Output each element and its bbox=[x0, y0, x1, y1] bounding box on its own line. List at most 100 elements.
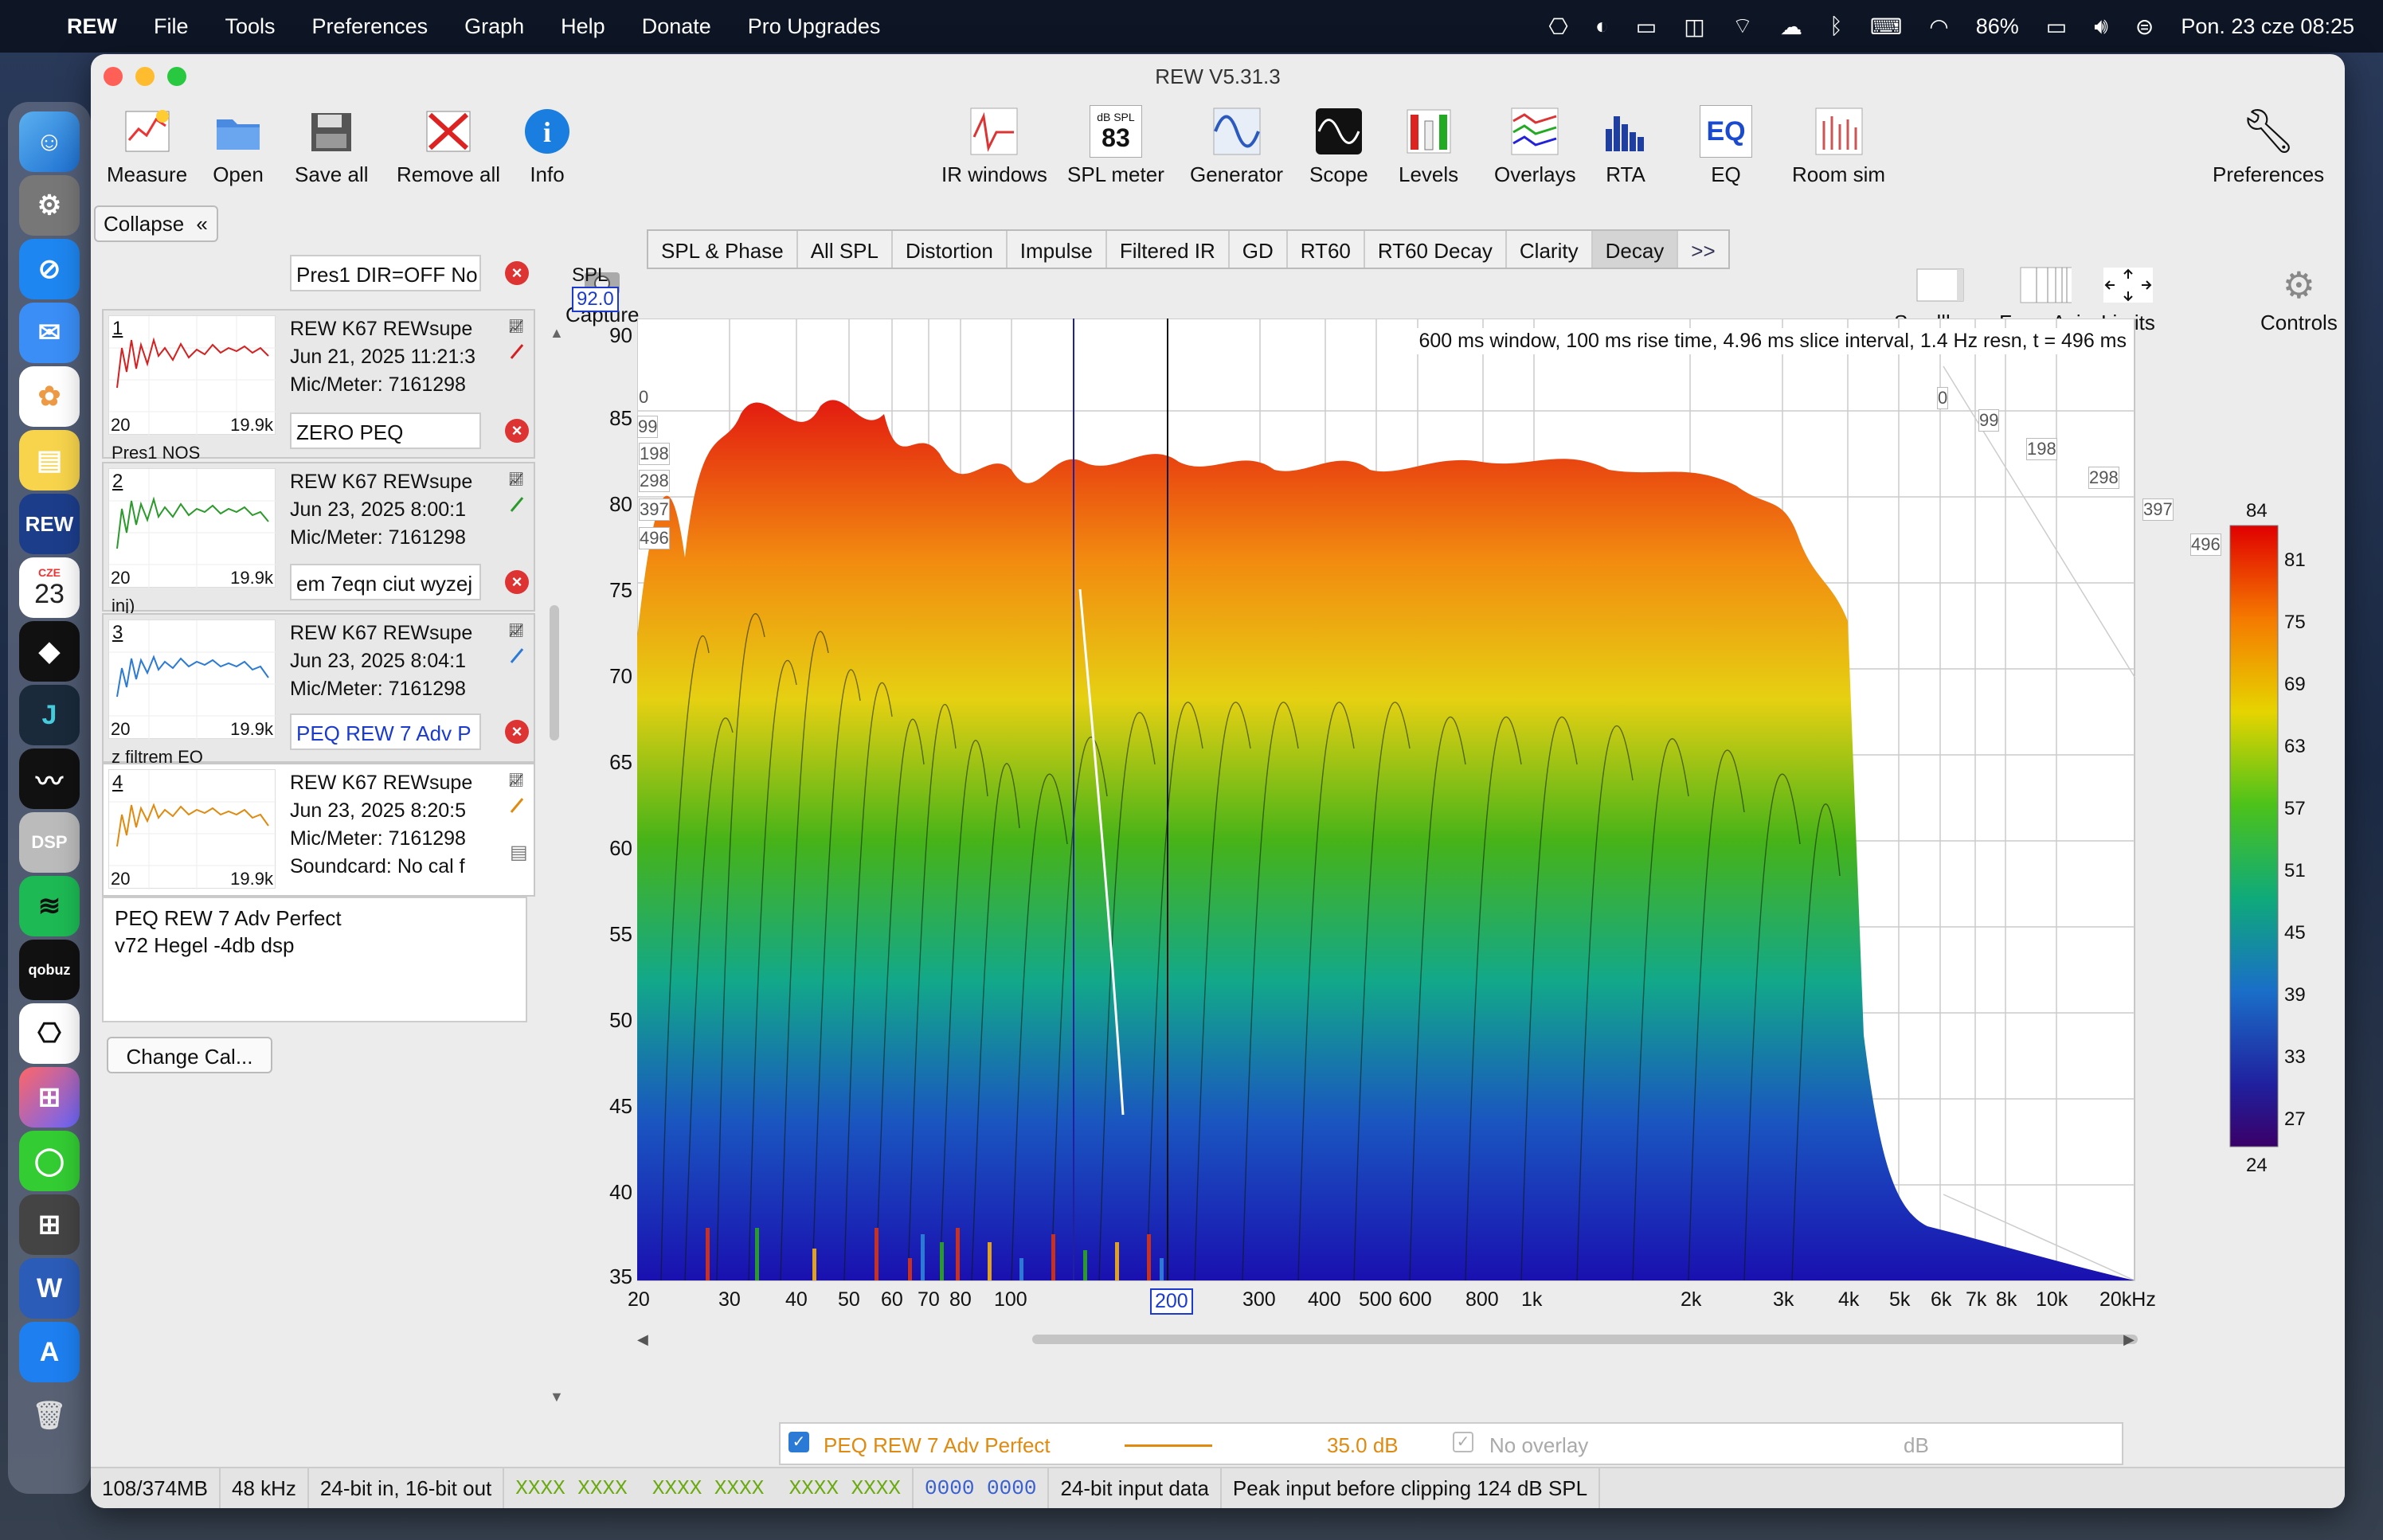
generator-button[interactable]: Generator bbox=[1190, 105, 1283, 187]
line-color-swatch[interactable] bbox=[510, 648, 524, 663]
menu-help[interactable]: Help bbox=[561, 14, 605, 39]
spotify-icon[interactable]: ≋ bbox=[19, 876, 80, 936]
roon-icon[interactable]: 〰 bbox=[19, 749, 80, 809]
levels-button[interactable]: Levels bbox=[1399, 105, 1458, 187]
keyboard-icon[interactable]: ⌨ bbox=[1870, 14, 1902, 40]
battery-icon[interactable]: ▭ bbox=[2046, 14, 2067, 40]
preferences-button[interactable]: 🔧︎ Preferences bbox=[2213, 105, 2324, 187]
photos-icon[interactable]: ✿ bbox=[19, 366, 80, 427]
measurement-name-field[interactable]: PEQ REW 7 Adv P bbox=[290, 713, 481, 750]
menu-graph[interactable]: Graph bbox=[464, 14, 524, 39]
save-all-button[interactable]: Save all bbox=[295, 105, 369, 187]
panel-scroll-thumb[interactable] bbox=[550, 605, 559, 741]
tab-clarity[interactable]: Clarity bbox=[1507, 231, 1593, 268]
word-icon[interactable]: W bbox=[19, 1258, 80, 1319]
display-icon[interactable]: ▭ bbox=[1636, 14, 1657, 40]
collapse-button[interactable]: Collapse « bbox=[94, 205, 218, 242]
line-color-swatch[interactable] bbox=[510, 497, 524, 512]
line-color-swatch[interactable] bbox=[510, 798, 524, 813]
status-circle-icon[interactable]: ◐ bbox=[1595, 14, 1609, 39]
trash-icon[interactable]: 🗑︎ bbox=[19, 1386, 80, 1446]
tab-decay[interactable]: Decay bbox=[1592, 231, 1679, 268]
line-color-swatch[interactable] bbox=[510, 344, 524, 359]
scroll-right-icon[interactable]: ▶ bbox=[2123, 1331, 2135, 1348]
safari-icon[interactable]: ⊘ bbox=[19, 239, 80, 299]
chart-icon[interactable]: 📈︎ bbox=[508, 772, 524, 788]
minimize-window-button[interactable] bbox=[135, 67, 155, 86]
ir-windows-button[interactable]: IR windows bbox=[941, 105, 1047, 187]
room-sim-button[interactable]: Room sim bbox=[1792, 105, 1885, 187]
jotform-icon[interactable]: J bbox=[19, 685, 80, 745]
menu-donate[interactable]: Donate bbox=[642, 14, 711, 39]
tab-all-spl[interactable]: All SPL bbox=[798, 231, 893, 268]
notes-icon[interactable]: ▤ bbox=[19, 430, 80, 491]
tab-spl-phase[interactable]: SPL & Phase bbox=[648, 231, 798, 268]
eq-button[interactable]: EQ EQ bbox=[1700, 105, 1752, 187]
graph-horizontal-scrollbar[interactable]: ◀ ▶ bbox=[637, 1331, 2138, 1349]
calendar-icon[interactable]: CZE 23 bbox=[19, 557, 80, 618]
change-cal-button[interactable]: Change Cal... bbox=[107, 1037, 272, 1073]
tab-impulse[interactable]: Impulse bbox=[1008, 231, 1107, 268]
mail-icon[interactable]: ✉ bbox=[19, 303, 80, 363]
menu-tools[interactable]: Tools bbox=[225, 14, 276, 39]
menu-rew[interactable]: REW bbox=[67, 14, 117, 39]
overlay-checkbox[interactable]: ✓ bbox=[1453, 1432, 1473, 1452]
cloud-icon[interactable]: ☁ bbox=[1780, 14, 1802, 40]
remove-measurement-icon[interactable]: × bbox=[505, 261, 529, 285]
tab-filtered-ir[interactable]: Filtered IR bbox=[1107, 231, 1230, 268]
remove-all-button[interactable]: Remove all bbox=[397, 105, 500, 187]
menubar-clock[interactable]: Pon. 23 cze 08:25 bbox=[2181, 14, 2354, 39]
waterfall-graph[interactable]: SPL 92.0 90 85 80 75 70 65 60 55 50 45 4… bbox=[572, 264, 2326, 1457]
menu-pro-upgrades[interactable]: Pro Upgrades bbox=[748, 14, 881, 39]
menu-preferences[interactable]: Preferences bbox=[312, 14, 428, 39]
wifi-alt-icon[interactable]: ⌔ bbox=[1732, 13, 1753, 41]
zoom-window-button[interactable] bbox=[167, 67, 186, 86]
legend-checkbox[interactable]: ✓ bbox=[788, 1432, 809, 1452]
x-cursor-value[interactable]: 200 bbox=[1150, 1288, 1193, 1315]
y-top-value[interactable]: 92.0 bbox=[572, 287, 619, 312]
tidal-icon[interactable]: ◆ bbox=[19, 621, 80, 682]
chart-icon[interactable]: 📈︎ bbox=[508, 471, 524, 487]
remove-measurement-icon[interactable]: × bbox=[505, 720, 529, 744]
dropbox-icon[interactable]: ◫ bbox=[1684, 14, 1704, 40]
chart-icon[interactable]: 📈︎ bbox=[508, 319, 524, 334]
document-icon[interactable]: ▤ bbox=[510, 841, 528, 864]
measurement-name-field[interactable]: em 7eqn ciut wyzej bbox=[290, 564, 481, 600]
dsp-icon[interactable]: DSP bbox=[19, 812, 80, 873]
measurement-name-field[interactable]: ZERO PEQ bbox=[290, 412, 481, 449]
messages-icon[interactable]: ◯ bbox=[19, 1131, 80, 1191]
open-button[interactable]: Open bbox=[212, 105, 264, 187]
scope-button[interactable]: Scope bbox=[1309, 105, 1368, 187]
scroll-up-icon[interactable]: ▲ bbox=[550, 325, 564, 342]
wifi-icon[interactable]: ◠ bbox=[1929, 14, 1948, 40]
chatgpt-status-icon[interactable]: ⎔ bbox=[1548, 14, 1567, 40]
tab-rt60[interactable]: RT60 bbox=[1288, 231, 1365, 268]
app-store-icon[interactable]: A bbox=[19, 1322, 80, 1382]
bluetooth-icon[interactable]: ᛒ bbox=[1829, 14, 1843, 39]
calculator-icon[interactable]: ⊞ bbox=[19, 1194, 80, 1255]
remove-measurement-icon[interactable]: × bbox=[505, 570, 529, 594]
control-center-icon[interactable]: ⊜ bbox=[2135, 14, 2154, 40]
overlays-button[interactable]: Overlays bbox=[1494, 105, 1576, 187]
spl-meter-button[interactable]: dB SPL 83 SPL meter bbox=[1067, 105, 1164, 187]
measure-button[interactable]: Measure bbox=[107, 105, 187, 187]
close-window-button[interactable] bbox=[104, 67, 123, 86]
scroll-left-icon[interactable]: ◀ bbox=[637, 1331, 648, 1348]
qobuz-icon[interactable]: qobuz bbox=[19, 940, 80, 1000]
tabs-more-button[interactable]: >> bbox=[1678, 231, 1728, 268]
title-bar[interactable]: REW V5.31.3 bbox=[91, 54, 2345, 99]
tab-distortion[interactable]: Distortion bbox=[893, 231, 1008, 268]
chart-icon[interactable]: 📈︎ bbox=[508, 623, 524, 639]
finder-icon[interactable]: ☺ bbox=[19, 111, 80, 172]
panel-scrollbar[interactable]: ▲ ▼ bbox=[546, 325, 564, 1424]
system-settings-icon[interactable]: ⚙ bbox=[19, 175, 80, 236]
measurement-notes[interactable]: PEQ REW 7 Adv Perfect v72 Hegel -4db dsp bbox=[102, 897, 527, 1022]
chatgpt-icon[interactable]: ⎔ bbox=[19, 1003, 80, 1064]
info-button[interactable]: i Info bbox=[521, 105, 573, 187]
launchpad-icon[interactable]: ⊞ bbox=[19, 1067, 80, 1128]
measurement-name-field[interactable]: Pres1 DIR=OFF No bbox=[290, 255, 481, 291]
graph-scroll-thumb[interactable] bbox=[1032, 1335, 2138, 1344]
tab-rt60-decay[interactable]: RT60 Decay bbox=[1365, 231, 1507, 268]
rta-button[interactable]: RTA bbox=[1599, 105, 1652, 187]
tab-gd[interactable]: GD bbox=[1230, 231, 1288, 268]
